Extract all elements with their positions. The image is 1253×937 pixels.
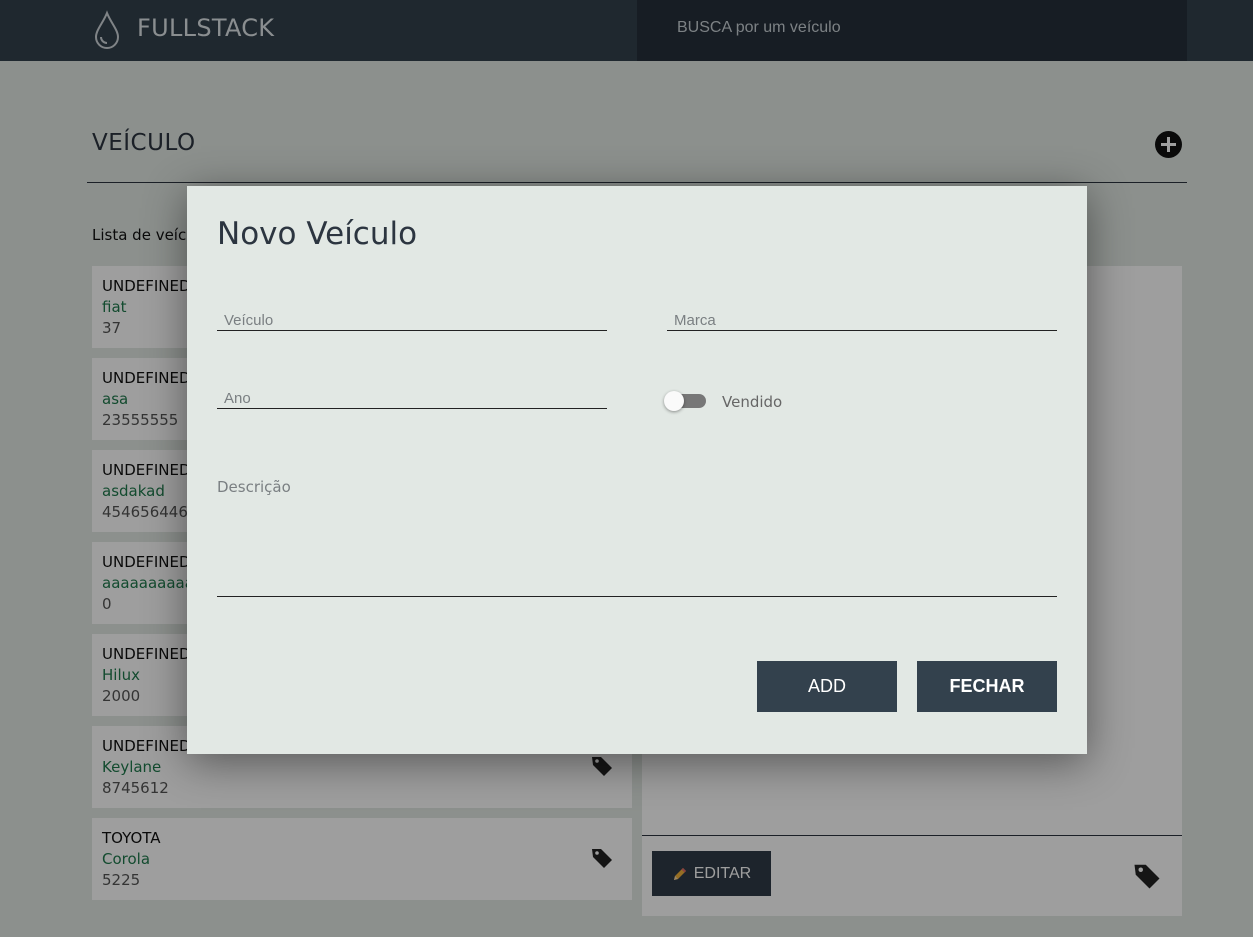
new-vehicle-modal: Novo Veículo Vendido ADD FECHAR	[187, 186, 1087, 754]
vendido-toggle[interactable]	[664, 391, 708, 411]
marca-input[interactable]	[667, 300, 1057, 330]
descricao-field	[217, 476, 1057, 597]
vendido-label: Vendido	[722, 393, 783, 411]
marca-field	[667, 300, 1057, 331]
close-button[interactable]: FECHAR	[917, 661, 1057, 712]
add-button[interactable]: ADD	[757, 661, 897, 712]
veiculo-input[interactable]	[217, 300, 607, 330]
ano-input[interactable]	[217, 378, 607, 408]
modal-title: Novo Veículo	[217, 216, 418, 252]
descricao-textarea[interactable]	[217, 476, 1057, 596]
ano-field	[217, 378, 607, 409]
veiculo-field	[217, 300, 607, 331]
toggle-thumb	[664, 391, 684, 411]
